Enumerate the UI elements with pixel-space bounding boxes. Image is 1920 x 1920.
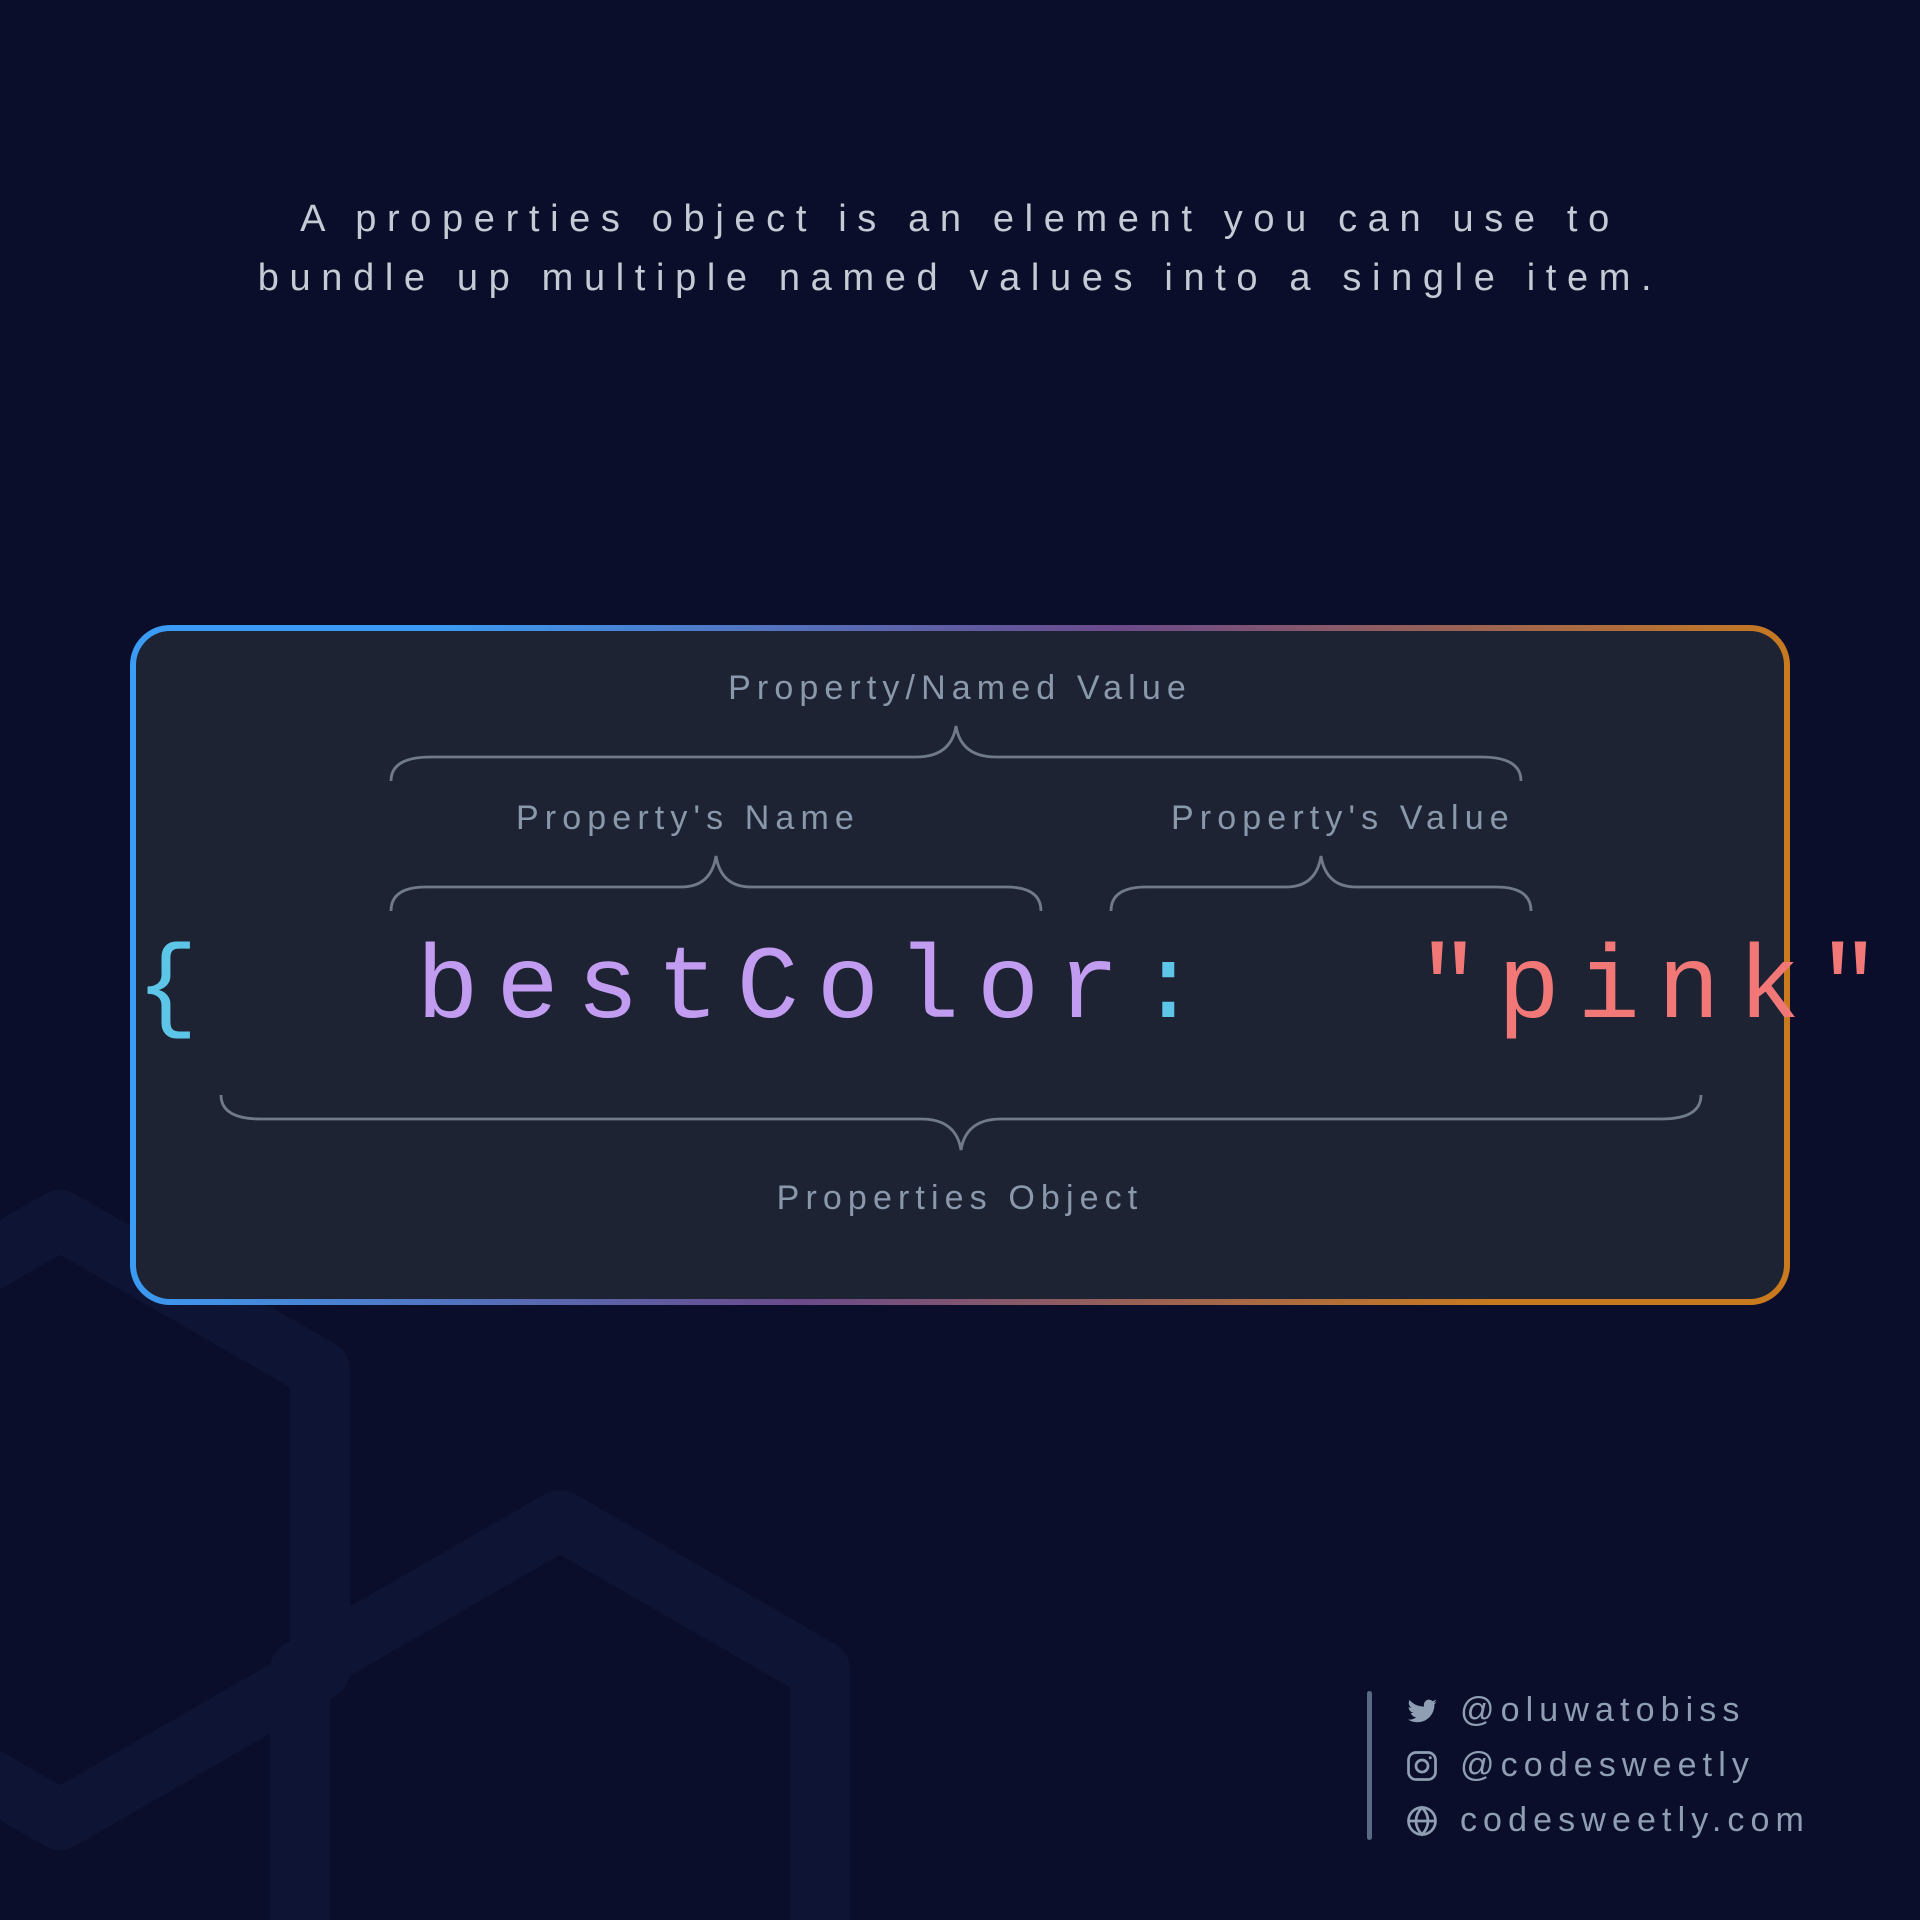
twitter-handle: @oluwatobiss: [1460, 1691, 1746, 1730]
bracket-value: [1106, 851, 1536, 913]
label-properties-object: Properties Object: [777, 1179, 1144, 1218]
social-instagram[interactable]: @codesweetly: [1404, 1746, 1810, 1785]
open-brace: {: [136, 931, 216, 1049]
label-property-name: Property's Name: [516, 799, 860, 838]
code-expression: { bestColor: "pink" }: [136, 931, 1784, 1049]
colon: :: [1137, 931, 1217, 1049]
bracket-bottom: [216, 1093, 1706, 1155]
instagram-icon: [1404, 1748, 1440, 1784]
description-text: A properties object is an element you ca…: [210, 190, 1710, 308]
label-property-named-value: Property/Named Value: [728, 669, 1192, 708]
social-twitter[interactable]: @oluwatobiss: [1404, 1691, 1810, 1730]
website-url: codesweetly.com: [1460, 1801, 1810, 1840]
social-website[interactable]: codesweetly.com: [1404, 1801, 1810, 1840]
social-list: @oluwatobiss @codesweetly codesweetly.co…: [1404, 1691, 1810, 1840]
bracket-top: [386, 721, 1526, 783]
label-property-value: Property's Value: [1171, 799, 1515, 838]
instagram-handle: @codesweetly: [1460, 1746, 1755, 1785]
bracket-name: [386, 851, 1046, 913]
diagram-panel-border: Property/Named Value Property's Name Pro…: [130, 625, 1790, 1305]
twitter-icon: [1404, 1693, 1440, 1729]
diagram-canvas: A properties object is an element you ca…: [0, 0, 1920, 1920]
globe-icon: [1404, 1803, 1440, 1839]
diagram-panel: Property/Named Value Property's Name Pro…: [136, 631, 1784, 1299]
property-key: bestColor: [416, 931, 1137, 1049]
social-footer: @oluwatobiss @codesweetly codesweetly.co…: [1367, 1691, 1810, 1840]
footer-divider: [1367, 1691, 1372, 1840]
property-value: "pink": [1417, 931, 1898, 1049]
